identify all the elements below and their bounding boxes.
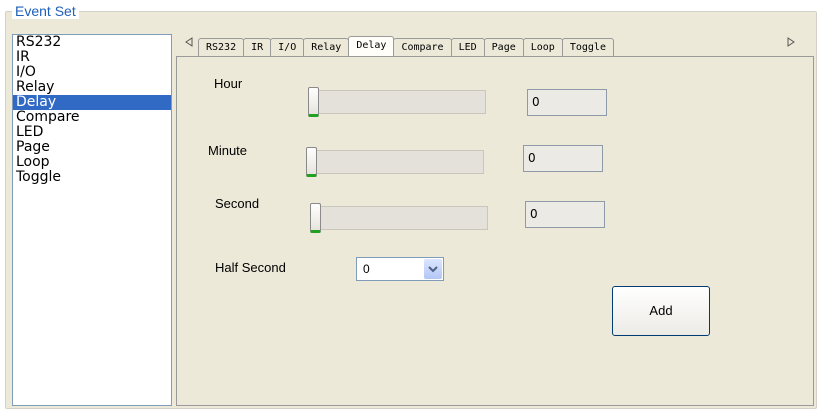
add-button[interactable]: Add — [612, 286, 710, 336]
tab-delay[interactable]: Delay — [348, 36, 395, 56]
tab-page[interactable]: Page — [483, 38, 524, 56]
second-label: Second — [215, 196, 260, 211]
list-item-selected[interactable]: Delay — [13, 95, 171, 110]
tab-compare[interactable]: Compare — [393, 38, 452, 56]
list-item[interactable]: Page — [13, 140, 171, 155]
list-item[interactable]: Toggle — [13, 170, 171, 185]
tab-toggle[interactable]: Toggle — [561, 38, 614, 56]
half-second-value: 0 — [363, 262, 370, 276]
tab-strip: RS232 IR I/O Relay Delay Compare LED Pag… — [176, 34, 816, 56]
second-value-field[interactable]: 0 — [525, 201, 605, 228]
tab-rs232[interactable]: RS232 — [198, 38, 245, 56]
list-item[interactable]: LED — [13, 125, 171, 140]
hour-value-field[interactable]: 0 — [527, 89, 607, 116]
list-item[interactable]: I/O — [13, 65, 171, 80]
half-second-label: Half Second — [215, 260, 286, 275]
tabs: RS232 IR I/O Relay Delay Compare LED Pag… — [198, 36, 614, 56]
minute-value-field[interactable]: 0 — [523, 145, 603, 172]
minute-label: Minute — [208, 143, 248, 158]
half-second-select[interactable]: 0 — [356, 257, 444, 281]
tab-io[interactable]: I/O — [270, 38, 305, 56]
minute-slider-thumb[interactable] — [306, 147, 317, 177]
hour-slider[interactable] — [308, 87, 486, 117]
triangle-right-icon[interactable] — [784, 36, 798, 54]
triangle-left-icon[interactable] — [182, 36, 196, 54]
hour-slider-thumb[interactable] — [308, 87, 319, 117]
list-item[interactable]: IR — [13, 50, 171, 65]
tab-ir[interactable]: IR — [243, 38, 272, 56]
group-title: Event Set — [12, 3, 79, 19]
event-type-list[interactable]: RS232 IR I/O Relay Delay Compare LED Pag… — [12, 34, 172, 406]
list-item[interactable]: Relay — [13, 80, 171, 95]
tab-relay[interactable]: Relay — [303, 38, 350, 56]
tab-led[interactable]: LED — [450, 38, 485, 56]
list-item[interactable]: Compare — [13, 110, 171, 125]
delay-tab-panel — [176, 56, 814, 406]
chevron-down-icon[interactable] — [424, 259, 442, 279]
second-slider-thumb[interactable] — [310, 203, 321, 233]
list-item[interactable]: Loop — [13, 155, 171, 170]
hour-label: Hour — [214, 76, 243, 91]
second-slider[interactable] — [310, 203, 488, 233]
list-item[interactable]: RS232 — [13, 35, 171, 50]
minute-slider[interactable] — [306, 147, 484, 177]
tab-loop[interactable]: Loop — [522, 38, 563, 56]
